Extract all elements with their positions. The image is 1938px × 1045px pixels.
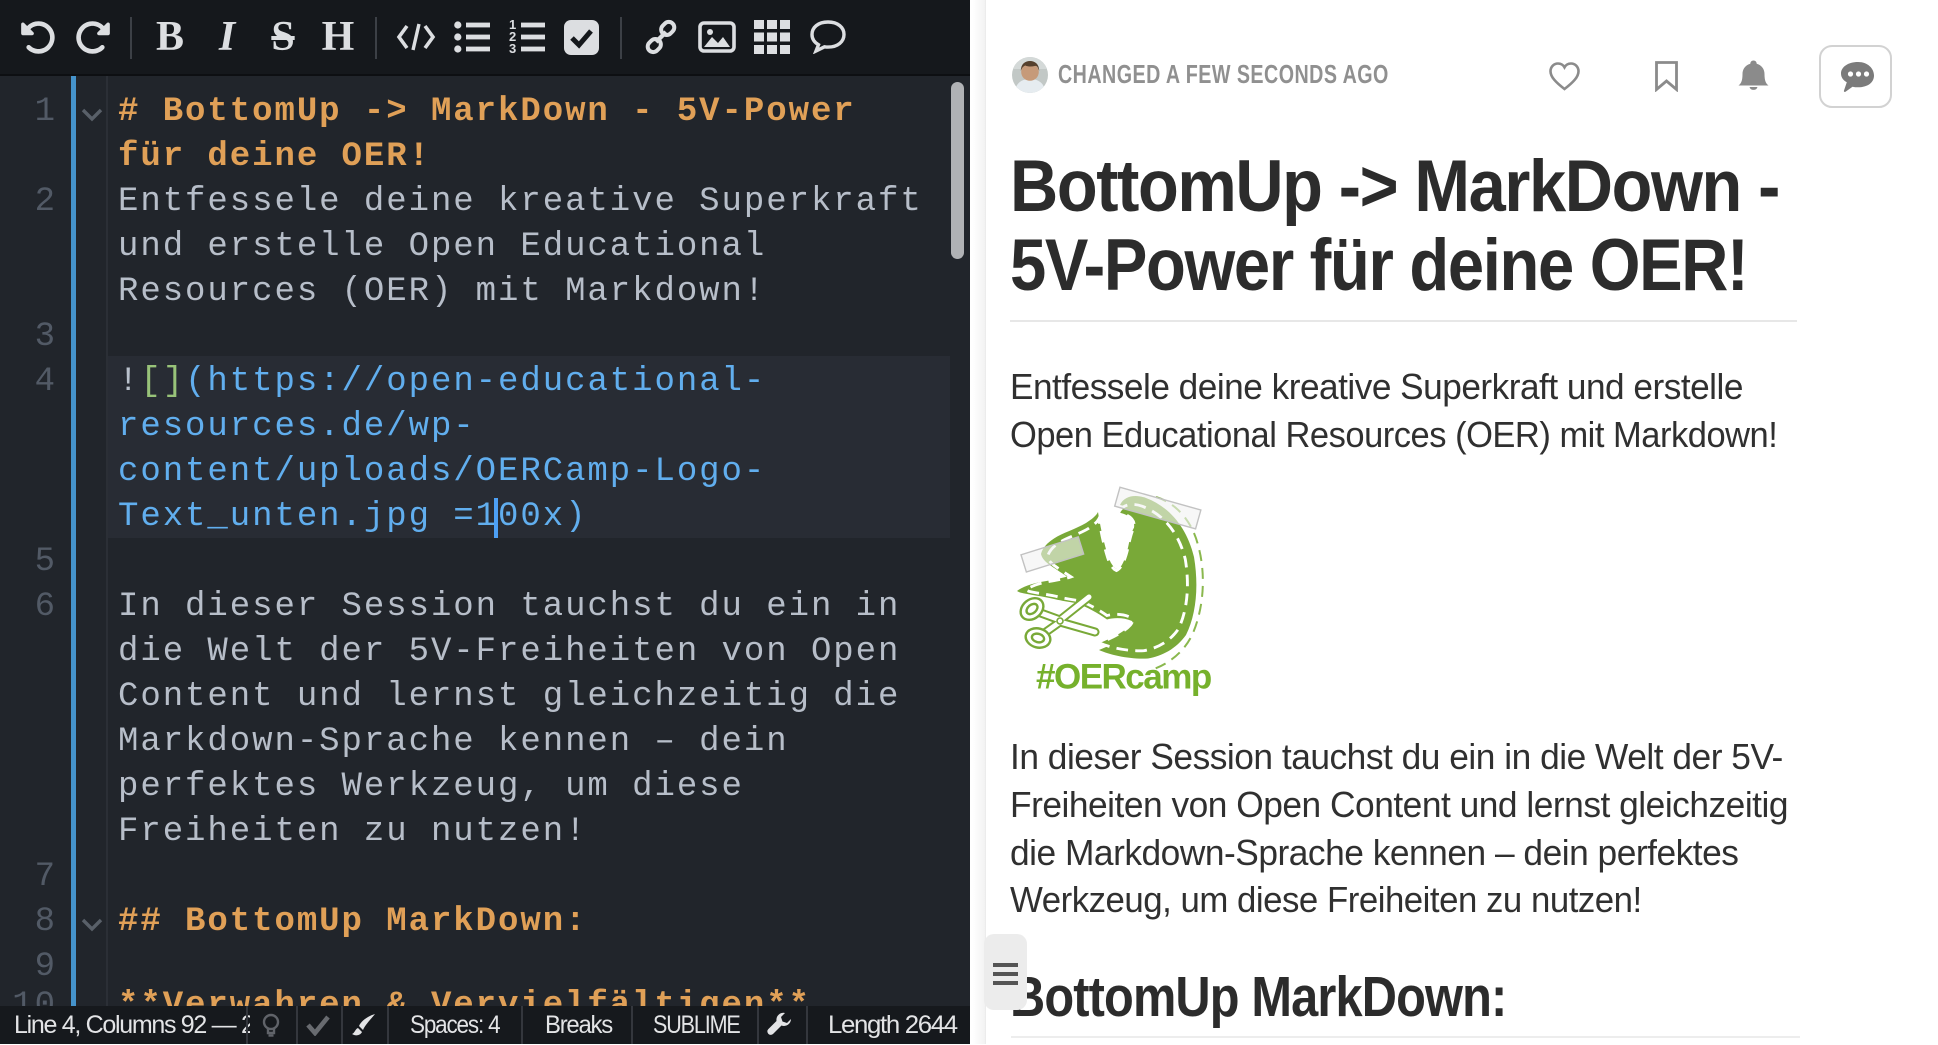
svg-text:3: 3 bbox=[509, 41, 516, 55]
svg-text:#OERcamp: #OERcamp bbox=[1036, 658, 1211, 697]
